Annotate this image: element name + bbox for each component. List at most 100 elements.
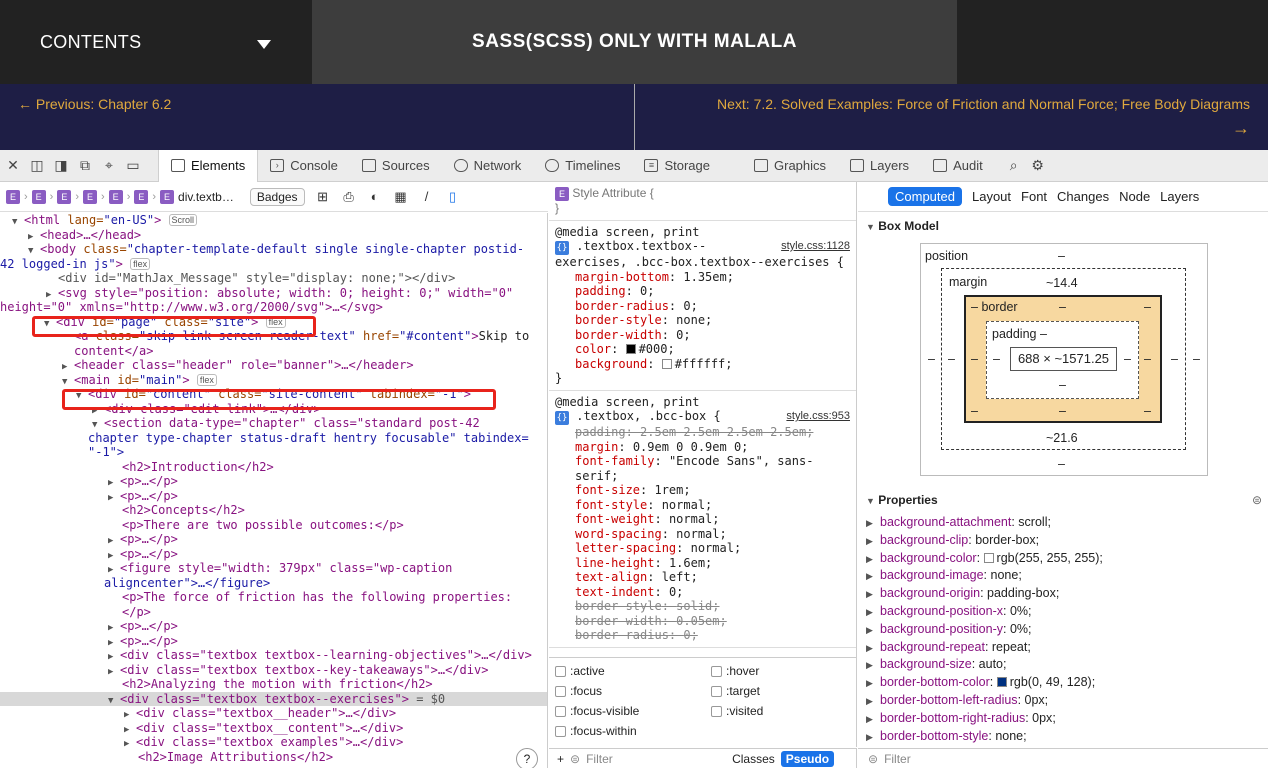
contents-toggle[interactable]: CONTENTS	[0, 0, 312, 84]
dom-node[interactable]: <h2>Introduction</h2>	[0, 460, 547, 475]
dom-node[interactable]: ▶ <p>…</p>	[0, 489, 547, 504]
pseudo-hover[interactable]: :hover	[711, 664, 759, 678]
checkbox[interactable]	[711, 665, 722, 677]
dom-node[interactable]: aligncenter">…</figure>	[0, 576, 547, 591]
dom-node[interactable]: ▶ <div class="textbox__content">…</div>	[0, 721, 547, 736]
classes-button[interactable]: Classes	[732, 752, 775, 766]
computed-property[interactable]: ▶ border-bottom-color: rgb(0, 49, 128);	[866, 674, 1266, 692]
css-declaration[interactable]: line-height: 1.6em;	[555, 556, 850, 571]
checkbox[interactable]	[711, 685, 722, 697]
dom-node[interactable]: ▼ <main id="main"> flex	[0, 373, 547, 388]
gear-icon[interactable]: ⚙	[1027, 155, 1049, 177]
dom-badge[interactable]: Scroll	[168, 214, 198, 226]
triangle-right-icon[interactable]: ▶	[866, 622, 880, 639]
crumb-element-icon[interactable]: E	[57, 189, 72, 204]
color-swatch-icon[interactable]	[983, 552, 994, 563]
pseudo-button[interactable]: Pseudo	[780, 750, 835, 767]
tab-layout[interactable]: Layout	[972, 189, 1011, 204]
dom-node[interactable]: </p>	[0, 605, 547, 620]
css-rule[interactable]: @media screen, print {} .textbox.textbox…	[549, 221, 856, 391]
triangle-right-icon[interactable]: ▶	[866, 711, 880, 728]
tab-font[interactable]: Font	[1021, 189, 1047, 204]
badges-button[interactable]: Badges	[249, 187, 305, 206]
dock-bottom-icon[interactable]: ◫	[26, 155, 48, 177]
dom-node[interactable]: ▶ <div class="textbox examples">…</div>	[0, 735, 547, 750]
crumb-element-icon[interactable]: E	[108, 189, 123, 204]
dock-side-icon[interactable]: ◨	[50, 155, 72, 177]
dom-node[interactable]: <p>There are two possible outcomes:</p>	[0, 518, 547, 533]
box-model-header[interactable]: ▼ Box Model	[866, 219, 939, 233]
dom-node[interactable]: <p>The force of friction has the followi…	[0, 590, 547, 605]
tab-layers[interactable]: Layers	[838, 150, 921, 182]
css-declaration[interactable]: word-spacing: normal;	[555, 527, 850, 542]
css-declaration[interactable]: background: #ffffff;	[555, 357, 850, 372]
styles-filter-input[interactable]: Filter	[586, 752, 726, 766]
dom-node[interactable]: ▶ <svg style="position: absolute; width: …	[0, 286, 547, 301]
close-icon[interactable]: ✕	[2, 155, 24, 177]
box-model-content-size[interactable]: 688 × ~1571.25	[1010, 347, 1117, 371]
triangle-right-icon[interactable]: ▶	[866, 604, 880, 621]
color-swatch-icon[interactable]	[625, 344, 636, 354]
appearance-icon[interactable]: ◐	[367, 189, 383, 205]
triangle-right-icon[interactable]: ▶	[866, 551, 880, 568]
tab-timelines[interactable]: Timelines	[533, 150, 632, 182]
css-declaration[interactable]: margin-bottom: 1.35em;	[555, 270, 850, 285]
computed-property[interactable]: ▶ background-clip: border-box;	[866, 532, 1266, 550]
book-title[interactable]: SASS(SCSS) ONLY WITH MALALA	[312, 0, 957, 84]
tab-graphics[interactable]: Graphics	[742, 150, 838, 182]
search-icon[interactable]: ⌕	[1003, 155, 1025, 177]
css-declaration[interactable]: color: #000;	[555, 342, 850, 357]
dom-node-selected[interactable]: ▼ <div class="textbox textbox--exercises"…	[0, 691, 547, 706]
triangle-right-icon[interactable]: ▶	[866, 568, 880, 585]
dom-node[interactable]: ▶ <div class="textbox textbox--learning-o…	[0, 648, 547, 663]
dom-node[interactable]: ▼ <section data-type="chapter" class="sta…	[0, 416, 547, 431]
computed-property[interactable]: ▶ background-size: auto;	[866, 656, 1266, 674]
css-declaration[interactable]: font-size: 1rem;	[555, 483, 850, 498]
compositing-icon[interactable]: ▦	[393, 189, 409, 205]
triangle-right-icon[interactable]: ▶	[866, 515, 880, 532]
css-declaration[interactable]: serif;	[555, 469, 850, 484]
triangle-right-icon[interactable]: ▶	[866, 675, 880, 692]
triangle-right-icon[interactable]: ▶	[866, 693, 880, 710]
tab-audit[interactable]: Audit	[921, 150, 995, 182]
pseudo-target[interactable]: :target	[711, 684, 760, 698]
dom-node[interactable]: <h2>Image Attributions</h2>	[0, 750, 547, 765]
crumb-current[interactable]: div.textb…	[178, 190, 234, 204]
css-declaration[interactable]: text-align: left;	[555, 570, 850, 585]
tab-node[interactable]: Node	[1119, 189, 1150, 204]
css-declaration[interactable]: text-indent: 0;	[555, 585, 850, 600]
dom-node[interactable]: <h2>Analyzing the motion with friction</…	[0, 677, 547, 692]
previous-chapter-link[interactable]: ← Previous: Chapter 6.2	[18, 96, 171, 112]
tab-network[interactable]: Network	[442, 150, 534, 182]
dom-node[interactable]: ▶ <p>…</p>	[0, 619, 547, 634]
checkbox[interactable]	[555, 685, 566, 697]
dom-node[interactable]: ▶ <div class="textbox__header">…</div>	[0, 706, 547, 721]
device-icon[interactable]: ▭	[122, 155, 144, 177]
css-declaration[interactable]: font-style: normal;	[555, 498, 850, 513]
dom-node[interactable]: ▶ <p>…</p>	[0, 474, 547, 489]
css-declaration[interactable]: border-style: none;	[555, 313, 850, 328]
dom-node[interactable]: ▼ <html lang="en-US"> Scroll	[0, 213, 547, 228]
tab-storage[interactable]: ≡ Storage	[632, 150, 722, 182]
dom-node[interactable]: height="0" xmlns="http://www.w3.org/2000…	[0, 300, 547, 315]
css-declaration[interactable]: border-radius: 0;	[555, 628, 850, 643]
dom-node[interactable]: ▶ <p>…</p>	[0, 532, 547, 547]
dom-node[interactable]: <div id="MathJax_Message" style="display…	[0, 271, 547, 286]
tab-layers-sidebar[interactable]: Layers	[1160, 189, 1199, 204]
css-declaration[interactable]: letter-spacing: normal;	[555, 541, 850, 556]
computed-property[interactable]: ▶ background-origin: padding-box;	[866, 585, 1266, 603]
css-declaration[interactable]: border-width: 0;	[555, 328, 850, 343]
checkbox[interactable]	[711, 705, 722, 717]
tab-computed[interactable]: Computed	[888, 187, 962, 206]
css-declaration[interactable]: margin: 0.9em 0 0.9em 0;	[555, 440, 850, 455]
css-declaration[interactable]: border-radius: 0;	[555, 299, 850, 314]
triangle-right-icon[interactable]: ▶	[866, 533, 880, 550]
triangle-right-icon[interactable]: ▶	[866, 586, 880, 603]
css-declaration[interactable]: font-weight: normal;	[555, 512, 850, 527]
dom-node[interactable]: ▶ <figure style="width: 379px" class="wp-…	[0, 561, 547, 576]
arrow-right-icon[interactable]: →	[1232, 118, 1250, 139]
dom-node[interactable]: content</a>	[0, 344, 547, 359]
crumb-element-icon[interactable]: E	[160, 189, 175, 204]
crumb-element-icon[interactable]: E	[134, 189, 149, 204]
tab-changes[interactable]: Changes	[1057, 189, 1109, 204]
